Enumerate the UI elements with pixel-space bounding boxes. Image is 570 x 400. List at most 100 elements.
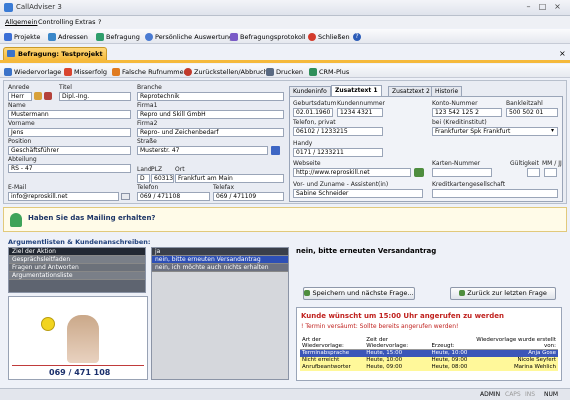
blz-label: Bankleitzahl	[506, 100, 543, 107]
projects-button[interactable]: Projekte	[4, 31, 40, 42]
tab-zusatztext-2[interactable]: Zusatztext 2	[388, 86, 434, 96]
wrong-number-button[interactable]: Falsche Rufnummer	[112, 66, 186, 77]
email-field[interactable]: info@reproskill.net	[8, 192, 119, 201]
mail-icon[interactable]	[121, 193, 130, 200]
abteilung-field[interactable]: RS - 47	[8, 164, 131, 173]
table-row[interactable]: Anrufbeantworter Heute, 09:00 Heute, 08:00…	[300, 363, 558, 371]
assistent-field[interactable]: Sabine Schneider	[293, 189, 423, 198]
table-row[interactable]: Terminabsprache Heute, 15:00 Heute, 10:00 A…	[300, 349, 558, 357]
address-icon	[48, 32, 56, 41]
col-zeit: Zeit der Wiedervorlage:	[364, 337, 430, 350]
karte-field[interactable]	[432, 168, 492, 177]
mm-field[interactable]	[527, 168, 540, 177]
list-item[interactable]: Argumentationsliste	[9, 272, 145, 280]
menu-help[interactable]: ?	[98, 18, 101, 26]
evaluation-button[interactable]: Persönliche Auswertung	[145, 31, 233, 42]
list-item[interactable]: Ziel der Aktion	[9, 248, 145, 256]
print-icon	[266, 67, 274, 76]
contact-icon[interactable]	[34, 92, 42, 100]
telefax-label: Telefax	[213, 184, 235, 191]
firma2-field[interactable]: Repro- und Zeichenbedarf	[137, 128, 284, 137]
print-button[interactable]: Drucken	[266, 66, 303, 77]
tab-historie[interactable]: Historie	[431, 86, 463, 96]
selected-answer: nein, bitte erneuten Versandantrag	[296, 247, 437, 255]
kreditgesell-field[interactable]	[432, 189, 558, 198]
list-item[interactable]: ja	[152, 248, 288, 256]
jj-field[interactable]	[544, 168, 557, 177]
cancel-icon	[184, 67, 192, 76]
webseite-field[interactable]: http://www.reproskill.net	[293, 168, 411, 177]
branche-field[interactable]: Reprotechnik	[137, 92, 284, 101]
strasse-field[interactable]: Musterstr. 47	[137, 146, 268, 155]
telefax-field[interactable]: 069 / 471109	[213, 192, 284, 201]
title-bar: CallAdviser 3 – □ ×	[0, 0, 570, 16]
firma1-field[interactable]: Repro und Skill GmbH	[137, 110, 284, 119]
vorname-field[interactable]: Jens	[8, 128, 131, 137]
ort-label: Ort	[175, 166, 185, 173]
menu-bar: Allgemein Controlling Extras ?	[0, 16, 570, 28]
lock-icon[interactable]	[44, 92, 52, 100]
bei-field[interactable]: Frankfurter Spk Frankfurt	[432, 127, 558, 136]
cell-zeit: Heute, 15:00	[366, 350, 403, 357]
defer-button[interactable]: Zurückstellen/Abbruch	[184, 66, 268, 77]
telprivat-field[interactable]: 06102 / 1233215	[293, 127, 383, 136]
crm-button[interactable]: CRM-Plus	[309, 66, 349, 77]
minimize-icon[interactable]: –	[523, 3, 534, 12]
save-next-button[interactable]: Speichern und nächste Frage...	[303, 287, 415, 300]
table-row[interactable]: Nicht erreicht Heute, 10:00 Heute, 09:00 Ni…	[300, 356, 558, 364]
close-window-icon[interactable]: ×	[552, 3, 563, 12]
agent-phone: 069 / 471 108	[49, 368, 111, 377]
back-button[interactable]: Zurück zur letzten Frage	[450, 287, 556, 300]
name-label: Name	[8, 102, 26, 109]
tab-underline	[0, 60, 570, 63]
menu-controlling[interactable]: Controlling	[38, 18, 73, 26]
close-tab-icon[interactable]: ×	[559, 49, 566, 58]
firma2-label: Firma2	[137, 120, 158, 127]
tab-zusatztext-1[interactable]: Zusatztext 1	[331, 85, 382, 96]
cell-erzeugt: Heute, 10:00	[431, 350, 468, 357]
survey-icon	[96, 32, 104, 41]
map-icon[interactable]	[271, 146, 280, 155]
bei-label: bei (Kreditinstitut)	[432, 119, 487, 126]
close-button[interactable]: Schließen	[308, 31, 350, 42]
list-item[interactable]: Gesprächsleitfaden	[9, 256, 145, 264]
position-field[interactable]: Geschäftsführer	[8, 146, 131, 155]
help-button[interactable]: ?	[353, 31, 361, 42]
menu-extras[interactable]: Extras	[75, 18, 96, 26]
followup-button[interactable]: Wiedervorlage	[4, 66, 61, 77]
geburtsdatum-field[interactable]: 02.01.1960	[293, 108, 333, 117]
callback-title: Kunde wünscht um 15:00 Uhr angerufen zu …	[301, 312, 504, 320]
open-web-icon[interactable]	[414, 168, 424, 177]
handy-field[interactable]: 0171 / 1233211	[293, 148, 383, 157]
argument-list[interactable]: Ziel der Aktion Gesprächsleitfaden Frage…	[8, 247, 146, 293]
telefon-field[interactable]: 069 / 471108	[137, 192, 210, 201]
firma1-label: Firma1	[137, 102, 158, 109]
protocol-button[interactable]: Befragungsprotokoll	[230, 31, 306, 42]
cell-zeit: Heute, 09:00	[366, 364, 403, 370]
anrede-field[interactable]: Herr	[8, 92, 32, 101]
list-item[interactable]: nein, bitte erneuten Versandantrag	[152, 256, 288, 264]
maximize-icon[interactable]: □	[537, 3, 548, 12]
konto-field[interactable]: 123 542 125 2	[432, 108, 502, 117]
tab-befragung[interactable]: Befragung: Testprojekt	[3, 47, 107, 60]
menu-allgemein[interactable]: Allgemein	[5, 18, 37, 26]
addresses-button[interactable]: Adressen	[48, 31, 88, 42]
failure-button[interactable]: Misserfolg	[64, 66, 107, 77]
plz-field[interactable]: 60313	[151, 174, 174, 183]
chart-icon	[145, 32, 153, 41]
karte-label: Karten-Nummer	[432, 160, 481, 167]
titel-field[interactable]: Dipl.-Ing.	[59, 92, 131, 101]
chevron-down-icon[interactable]: ▾	[548, 127, 557, 136]
list-item[interactable]: Fragen und Antworten	[9, 264, 145, 272]
answer-list[interactable]: ja nein, bitte erneuten Versandantrag ne…	[151, 247, 289, 380]
kundennummer-field[interactable]: 1234 4321	[337, 108, 383, 117]
land-field[interactable]: D	[137, 174, 150, 183]
survey-button[interactable]: Befragung	[96, 31, 140, 42]
name-field[interactable]: Mustermann	[8, 110, 131, 119]
list-item[interactable]: nein, ich möchte auch nichts erhalten	[152, 264, 288, 272]
tab-kundeninfo[interactable]: Kundeninfo	[289, 86, 331, 96]
webseite-label: Webseite	[293, 160, 321, 167]
status-ins: INS	[525, 391, 536, 398]
blz-field[interactable]: 500 502 01	[506, 108, 558, 117]
ort-field[interactable]: Frankfurt am Main	[175, 174, 284, 183]
